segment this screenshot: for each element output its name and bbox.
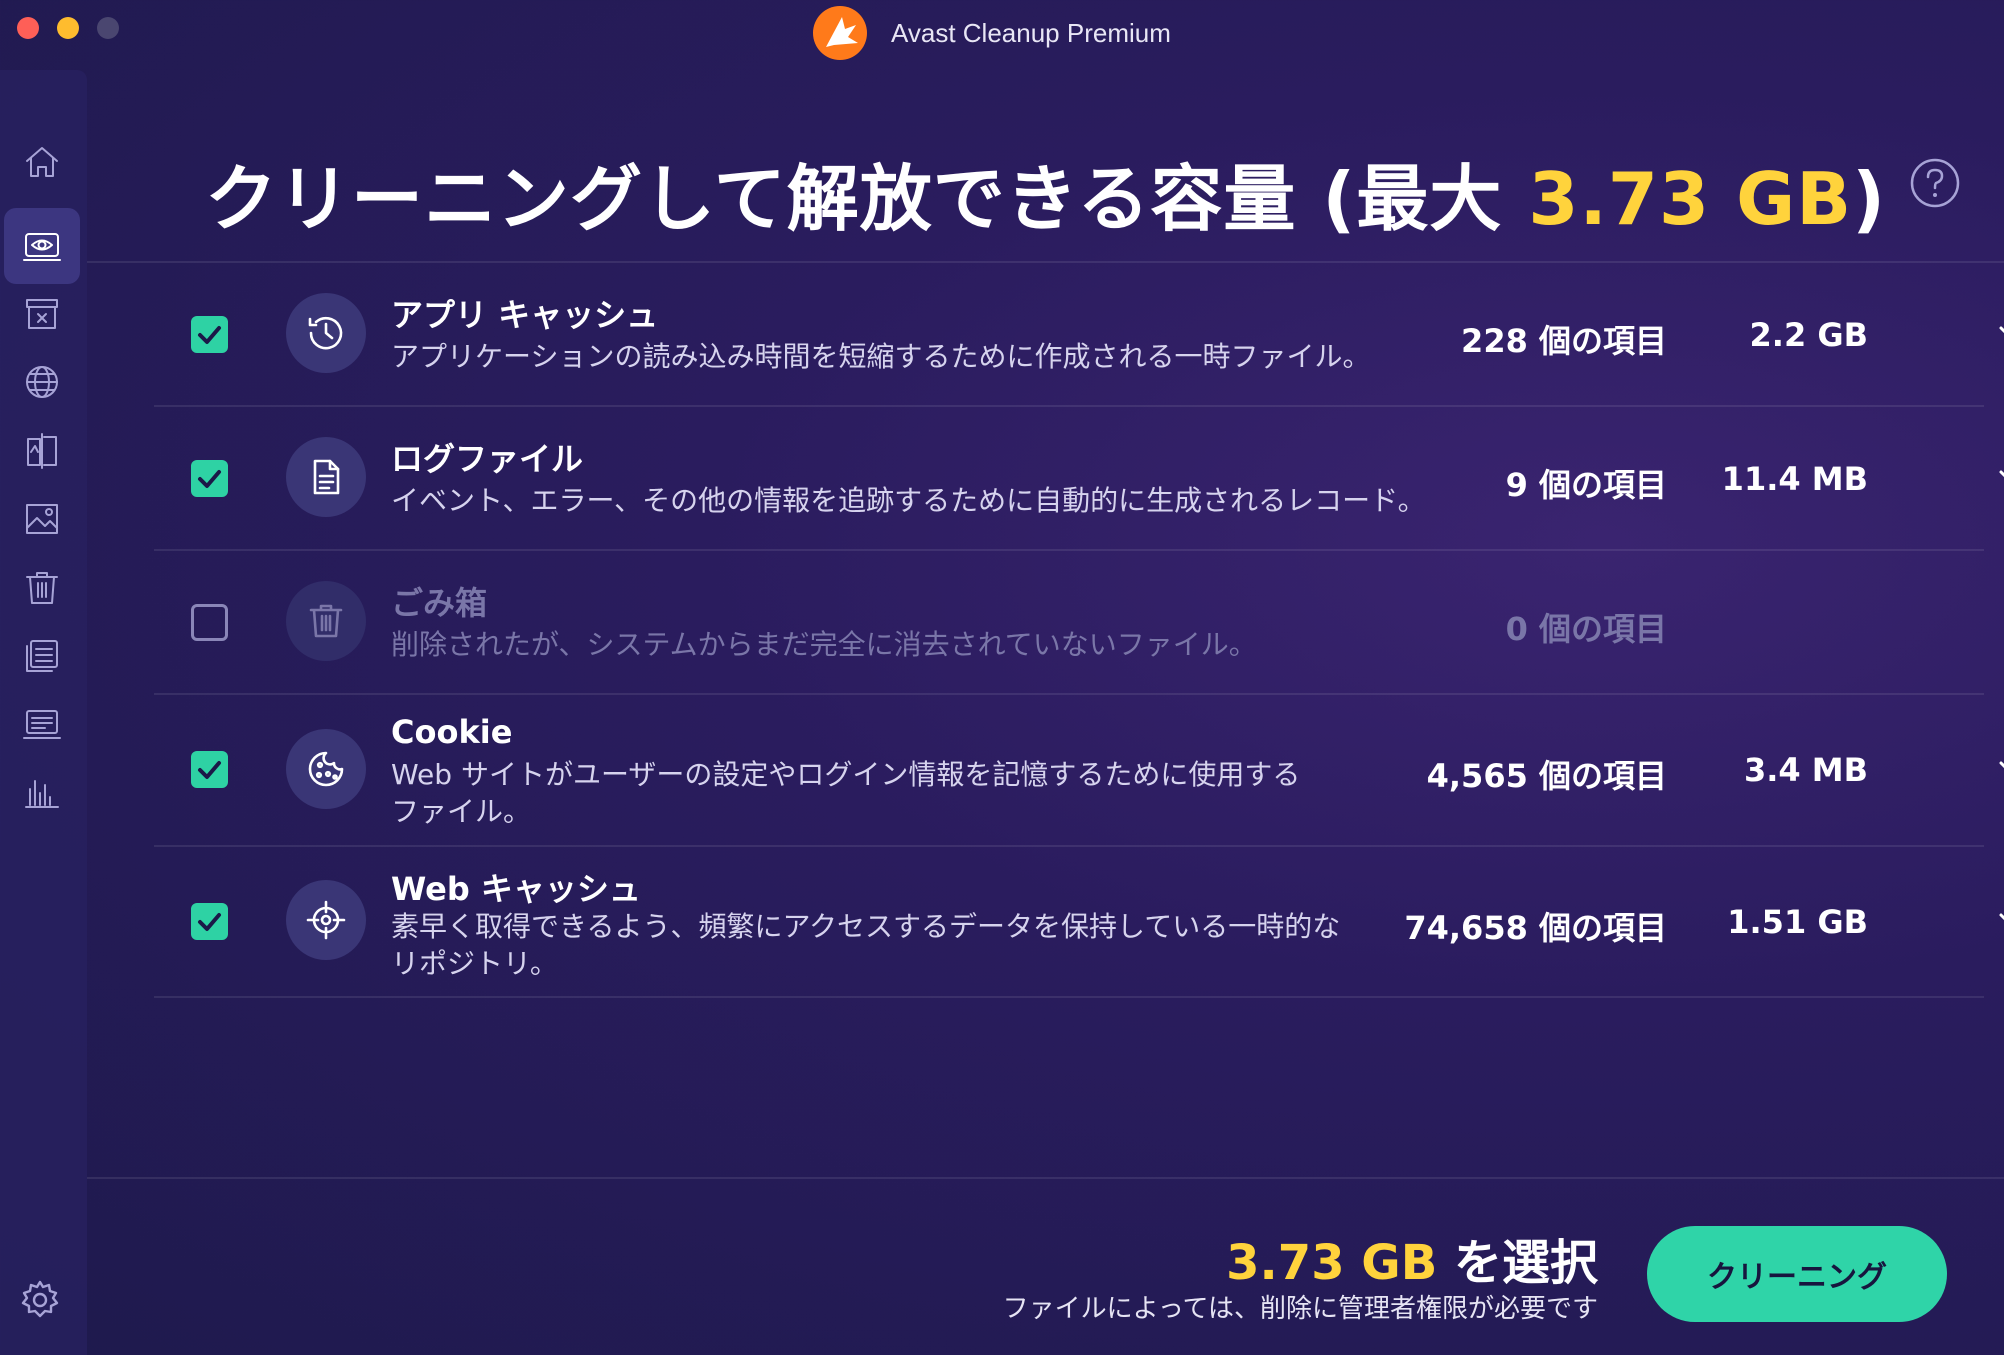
row-item-count: 228 個の項目 — [1461, 322, 1667, 360]
clean-button[interactable]: クリーニング — [1647, 1226, 1947, 1322]
chevron-down-icon[interactable] — [1994, 316, 2004, 350]
sidebar-item-duplicates[interactable] — [4, 413, 80, 489]
row-title: Cookie — [391, 713, 513, 751]
document-icon — [313, 459, 340, 495]
sidebar-item-browser[interactable] — [4, 344, 80, 420]
sidebar-item-clean[interactable] — [4, 208, 80, 284]
home-icon — [26, 147, 58, 177]
help-icon[interactable] — [1909, 157, 1961, 209]
sidebar-item-stats[interactable] — [4, 754, 80, 830]
row-icon-container — [286, 729, 366, 809]
row-icon-container — [286, 293, 366, 373]
eye-icon — [23, 233, 61, 261]
row-title: ごみ箱 — [391, 584, 488, 622]
crosshair-icon — [306, 900, 346, 940]
disk-icon — [23, 710, 61, 739]
row-description: アプリケーションの読み込み時間を短縮するために作成される一時ファイル。 — [391, 340, 1371, 373]
chevron-down-icon[interactable] — [1994, 460, 2004, 494]
checkbox-app-cache[interactable] — [191, 316, 228, 353]
sidebar — [0, 70, 87, 1355]
row-icon-container — [286, 880, 366, 960]
page-title-suffix: ) — [1852, 157, 1887, 241]
row-item-count: 9 個の項目 — [1505, 466, 1667, 504]
checkbox-web-cache[interactable] — [191, 903, 228, 940]
sidebar-item-archive[interactable] — [4, 276, 80, 352]
row-title: アプリ キャッシュ — [391, 296, 659, 334]
row-item-count: 74,658 個の項目 — [1404, 909, 1667, 947]
admin-note: ファイルによっては、削除に管理者権限が必要です — [1002, 1294, 1598, 1324]
row-description: 削除されたが、システムからまだ完全に消去されていないファイル。 — [391, 628, 1257, 661]
sidebar-item-disk[interactable] — [4, 686, 80, 762]
row-size: 2.2 GB — [1749, 316, 1868, 354]
trash-icon — [309, 604, 343, 638]
close-window-button[interactable] — [17, 17, 39, 39]
list-item-app-cache[interactable]: アプリ キャッシュ アプリケーションの読み込み時間を短縮するために作成される一時… — [87, 262, 2004, 405]
row-icon-container — [286, 581, 366, 661]
list-item-cookie[interactable]: Cookie Web サイトがユーザーの設定やログイン情報を記憶するために使用す… — [87, 694, 2004, 845]
sidebar-item-photos[interactable] — [4, 481, 80, 557]
duplicate-icon — [27, 433, 57, 469]
page-title: クリーニングして解放できる容量 (最大 3.73 GB) — [87, 140, 2004, 245]
selected-total-suffix: を選択 — [1437, 1235, 1598, 1291]
minimize-window-button[interactable] — [57, 17, 79, 39]
row-size: 1.51 GB — [1727, 903, 1868, 941]
title-bar: Avast Cleanup Premium — [0, 0, 2004, 70]
footer-divider — [87, 1177, 2004, 1179]
checkbox-cookie[interactable] — [191, 751, 228, 788]
row-item-count: 4,565 個の項目 — [1426, 757, 1667, 795]
list-item-trash[interactable]: ごみ箱 削除されたが、システムからまだ完全に消去されていないファイル。 0 個の… — [87, 550, 2004, 693]
row-description: 素早く取得できるよう、頻繁にアクセスするデータを保持している一時的なリポジトリ。 — [391, 910, 1341, 980]
globe-icon — [26, 366, 58, 398]
chevron-down-icon[interactable] — [1994, 903, 2004, 937]
row-title: Web キャッシュ — [391, 870, 641, 908]
checkbox-log-files[interactable] — [191, 460, 228, 497]
list-item-web-cache[interactable]: Web キャッシュ 素早く取得できるよう、頻繁にアクセスするデータを保持している… — [87, 846, 2004, 996]
avast-logo-icon — [813, 6, 867, 60]
row-size: 3.4 MB — [1743, 751, 1868, 789]
row-description: イベント、エラー、その他の情報を追跡するために自動的に生成されるレコード。 — [391, 484, 1426, 517]
trash-icon — [26, 572, 58, 604]
row-item-count: 0 個の項目 — [1505, 610, 1667, 648]
row-description: Web サイトがユーザーの設定やログイン情報を記憶するために使用するファイル。 — [391, 758, 1301, 828]
checkmark-icon — [198, 470, 221, 488]
sidebar-item-trash[interactable] — [4, 550, 80, 626]
selected-total: 3.73 GB を選択 — [1226, 1223, 1598, 1293]
history-icon — [308, 316, 343, 350]
selected-total-value: 3.73 GB — [1226, 1235, 1438, 1291]
page-title-value: 3.73 GB — [1528, 157, 1853, 241]
sidebar-item-apps[interactable] — [4, 618, 80, 694]
photo-icon — [26, 504, 58, 534]
page-title-prefix: クリーニングして解放できる容量 (最大 — [204, 157, 1529, 241]
row-icon-container — [286, 437, 366, 517]
archive-icon — [26, 299, 58, 329]
header: クリーニングして解放できる容量 (最大 3.73 GB) — [87, 70, 2004, 260]
stats-icon — [25, 780, 59, 808]
sidebar-item-home[interactable] — [4, 124, 80, 200]
row-title: ログファイル — [391, 440, 584, 478]
cookie-icon — [308, 751, 344, 787]
checkmark-icon — [198, 761, 221, 779]
zoom-window-button[interactable] — [97, 17, 119, 39]
gear-icon[interactable] — [18, 1278, 62, 1322]
list-item-log-files[interactable]: ログファイル イベント、エラー、その他の情報を追跡するために自動的に生成されるレ… — [87, 406, 2004, 549]
divider — [154, 996, 1984, 998]
apps-icon — [26, 640, 58, 672]
checkmark-icon — [198, 913, 221, 931]
checkbox-trash[interactable] — [191, 604, 228, 641]
chevron-down-icon[interactable] — [1994, 751, 2004, 785]
app-title: Avast Cleanup Premium — [891, 18, 1171, 48]
checkmark-icon — [198, 326, 221, 344]
row-size: 11.4 MB — [1721, 460, 1868, 498]
